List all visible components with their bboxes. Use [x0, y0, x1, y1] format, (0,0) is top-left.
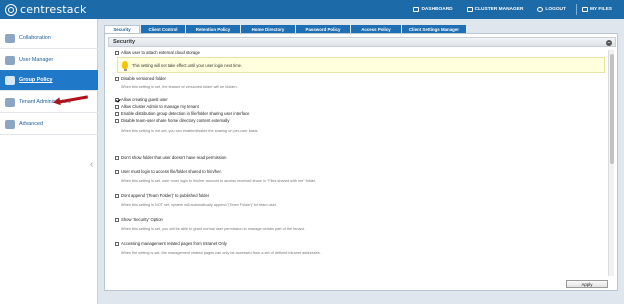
nav-my-files-label: MY FILES: [589, 7, 612, 12]
nav-divider: [575, 4, 577, 15]
option-label: Disable versioned folder: [121, 76, 166, 81]
panel-title: Security: [113, 39, 136, 45]
vertical-scrollbar[interactable]: [608, 50, 614, 276]
checkbox[interactable]: [115, 76, 119, 81]
option-hide-unreadable-folder[interactable]: Don't show folder that user doesn't have…: [115, 155, 226, 160]
sidebar-item-user-manager[interactable]: User Manager: [0, 50, 98, 71]
logout-icon: [537, 7, 544, 12]
panel-header: Security −: [108, 37, 616, 47]
checkbox[interactable]: [115, 169, 119, 174]
option-show-security[interactable]: Show 'Security' Option: [115, 217, 163, 222]
apply-button[interactable]: Apply: [566, 280, 608, 288]
checkbox[interactable]: [115, 241, 119, 246]
option-dont-append-team-folder[interactable]: Dont append '(Team Folder)' to published…: [115, 193, 209, 198]
option-description: When this setting is set, you will be ab…: [121, 227, 305, 231]
nav-logout-label: LOGOUT: [545, 7, 566, 12]
option-label: Disable team-user share home directory c…: [121, 118, 230, 123]
option-description: When this setting is set, the feature of…: [121, 85, 238, 89]
checkbox[interactable]: [115, 104, 119, 109]
sidebar-item-group-policy[interactable]: Group Policy: [0, 70, 98, 91]
option-label: Dont append '(Team Folder)' to published…: [121, 193, 210, 198]
sidebar-item-collaboration[interactable]: Collaboration: [0, 28, 98, 49]
group-policy-icon: [5, 75, 15, 85]
checkbox[interactable]: [115, 155, 119, 160]
users-icon: [5, 55, 15, 65]
dashboard-icon: [413, 7, 420, 12]
option-description: When this setting is NOT set, system wil…: [121, 203, 277, 207]
tab-security[interactable]: Security: [104, 25, 140, 33]
tenant-admin-icon: [5, 97, 15, 107]
advanced-chart-icon: [5, 119, 15, 129]
option-user-must-login[interactable]: User must login to access file/folder sh…: [115, 169, 222, 174]
checkbox[interactable]: [115, 50, 119, 55]
option-label: Accessing management related pages from …: [121, 241, 227, 246]
option-description: When the setting is set, the management …: [121, 251, 321, 255]
brand-name: centrestack: [20, 3, 87, 16]
option-disable-team-user-share[interactable]: Disable team-user share home directory c…: [115, 118, 229, 123]
nav-my-files[interactable]: MY FILES: [581, 7, 612, 12]
security-panel: Security − Allow user to attach external…: [104, 33, 618, 291]
sidebar-item-label: User Manager: [19, 57, 54, 63]
warning-notice: This setting will not take effect until …: [117, 57, 605, 73]
collapse-panel-icon[interactable]: −: [606, 39, 612, 46]
nav-cluster-manager[interactable]: CLUSTER MANAGER: [466, 7, 524, 12]
tab-retention-policy[interactable]: Retention Policy: [186, 25, 240, 33]
tab-access-policy[interactable]: Access Policy: [351, 25, 401, 33]
option-distribution-group-detection[interactable]: Enable distribution group detection in f…: [115, 111, 250, 116]
option-intranet-only[interactable]: Accessing management related pages from …: [115, 241, 227, 246]
policy-tabs: Security Client Control Retention Policy…: [104, 25, 467, 33]
checkbox[interactable]: [115, 111, 119, 116]
top-navigation: DASHBOARD CLUSTER MANAGER LOGOUT MY FILE…: [399, 0, 612, 19]
option-label: User must login to access file/folder sh…: [121, 169, 222, 174]
collapse-sidebar-chevron-icon[interactable]: ‹: [90, 159, 93, 170]
cluster-manager-icon: [466, 7, 473, 12]
sidebar-item-label: Group Policy: [19, 77, 53, 83]
nav-cluster-manager-label: CLUSTER MANAGER: [474, 7, 524, 12]
checkbox[interactable]: [115, 217, 119, 222]
nav-dashboard-label: DASHBOARD: [421, 7, 453, 12]
option-allow-cluster-admin[interactable]: Allow Cluster Admin to manage my tenant: [115, 104, 199, 109]
option-label: Show 'Security' Option: [121, 217, 163, 222]
sidebar-item-label: Advanced: [19, 121, 43, 127]
warning-text: This setting will not take effect until …: [132, 62, 243, 68]
option-label: Enable distribution group detection in f…: [121, 111, 250, 116]
option-allow-external-cloud-storage[interactable]: Allow user to attach external cloud stor…: [115, 50, 200, 55]
nav-logout[interactable]: LOGOUT: [537, 7, 566, 12]
brand-logo[interactable]: centrestack: [5, 3, 87, 16]
top-bar: centrestack DASHBOARD CLUSTER MANAGER LO…: [0, 0, 624, 19]
tab-client-settings-manager[interactable]: Client Settings Manager: [402, 25, 466, 33]
my-files-icon: [581, 7, 588, 12]
lightbulb-icon: [122, 61, 128, 71]
sidebar-item-advanced[interactable]: Advanced: [0, 114, 98, 135]
collaboration-icon: [5, 33, 15, 43]
tab-home-directory[interactable]: Home Directory: [241, 25, 295, 33]
tab-client-control[interactable]: Client Control: [141, 25, 185, 33]
option-description: When this setting is set, user must logi…: [121, 179, 316, 183]
option-description: When this setting is not set, you can en…: [121, 129, 259, 133]
checkbox[interactable]: [115, 118, 119, 123]
sidebar: Collaboration User Manager Group Policy …: [0, 19, 98, 304]
option-label: Allow user to attach external cloud stor…: [121, 50, 200, 55]
scrollbar-thumb[interactable]: [610, 54, 614, 164]
option-label: Don't show folder that user doesn't have…: [121, 155, 227, 160]
option-label: Allow Cluster Admin to manage my tenant: [121, 104, 199, 109]
checkbox[interactable]: [115, 97, 119, 102]
tab-password-policy[interactable]: Password Policy: [296, 25, 350, 33]
option-allow-creating-guest-user[interactable]: Allow creating guest user: [115, 97, 168, 102]
option-label: Allow creating guest user: [121, 97, 168, 102]
sidebar-item-label: Collaboration: [19, 35, 51, 41]
option-disable-versioned-folder[interactable]: Disable versioned folder: [115, 76, 166, 81]
checkbox[interactable]: [115, 193, 119, 198]
nav-dashboard[interactable]: DASHBOARD: [413, 7, 453, 12]
settings-list[interactable]: Allow user to attach external cloud stor…: [109, 50, 606, 276]
centrestack-logo-icon: [5, 3, 17, 16]
